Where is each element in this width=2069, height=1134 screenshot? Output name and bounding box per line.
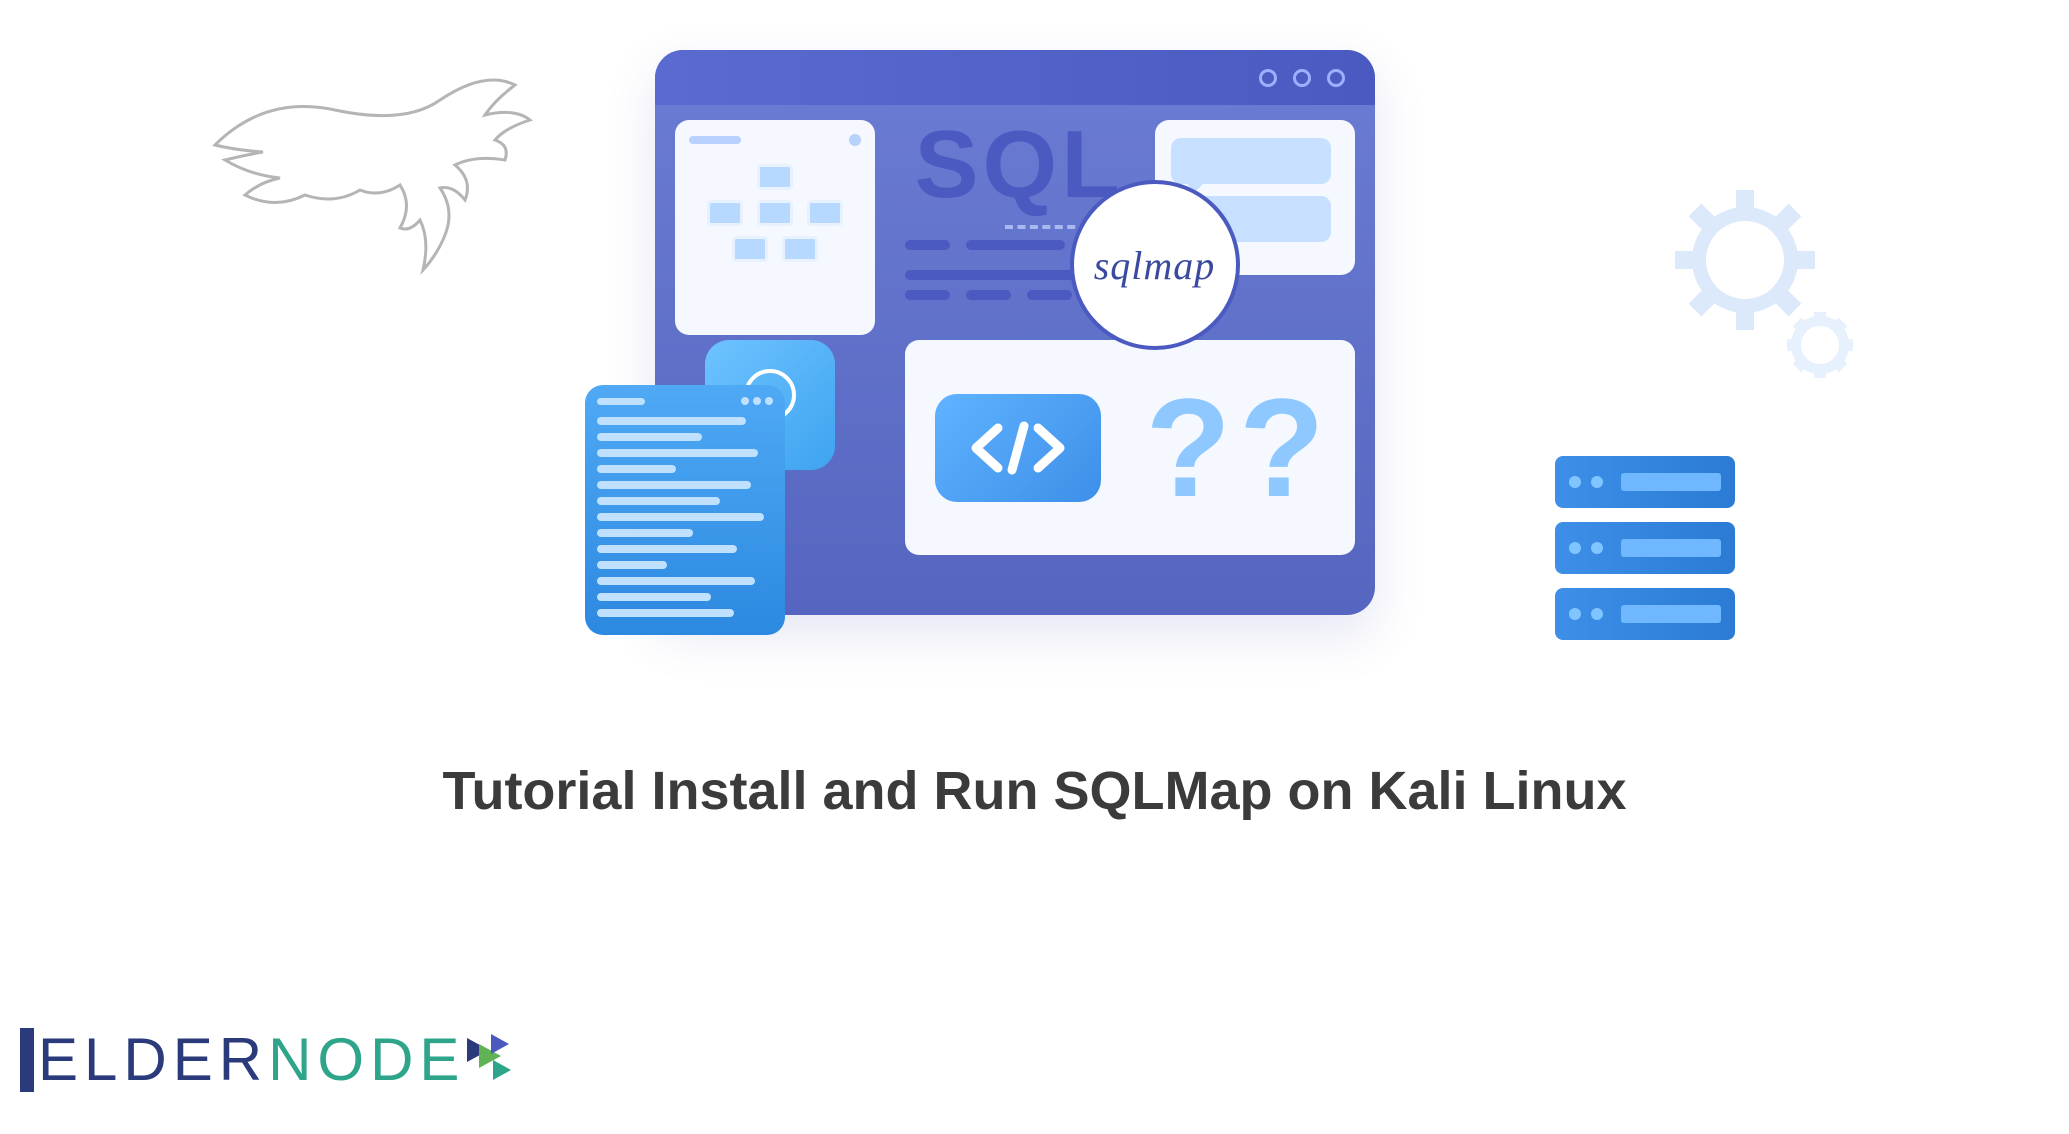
- sqlmap-badge: sqlmap: [1070, 180, 1240, 350]
- code-tag-icon: [935, 394, 1102, 502]
- question-mark-icon: ?: [1239, 378, 1325, 518]
- server-icon: [1555, 588, 1735, 640]
- question-marks: ? ?: [1145, 378, 1324, 518]
- panel-dot: [849, 134, 861, 146]
- gear-icon: [1787, 312, 1853, 378]
- sqlmap-label: sqlmap: [1094, 242, 1216, 289]
- logo-part-1: ELDER: [38, 1026, 268, 1093]
- question-mark-icon: ?: [1145, 378, 1231, 518]
- logo-bar: [20, 1028, 34, 1092]
- window-control-dot: [1327, 69, 1345, 87]
- gears-group: [1665, 180, 1865, 400]
- code-question-panel: ? ?: [905, 340, 1355, 555]
- logo-triangles-icon: [465, 1030, 525, 1090]
- tree-diagram-icon: [689, 164, 861, 262]
- window-control-dot: [1259, 69, 1277, 87]
- logo-text: ELDERNODE: [38, 1025, 465, 1094]
- server-icon: [1555, 456, 1735, 508]
- text-lines-panel: [905, 240, 1085, 310]
- code-editor-panel: [585, 385, 785, 635]
- kali-dragon-icon: [205, 60, 535, 290]
- window-control-dot: [1293, 69, 1311, 87]
- eldernode-logo: ELDERNODE: [20, 1025, 525, 1094]
- gear-icon: [1675, 190, 1815, 330]
- sitemap-panel: [675, 120, 875, 335]
- speech-bubble-icon: [1171, 138, 1331, 184]
- logo-part-2: NODE: [268, 1026, 465, 1093]
- main-illustration: SQL: [485, 50, 1585, 610]
- server-icon: [1555, 522, 1735, 574]
- window-titlebar: [655, 50, 1375, 105]
- sql-label: SQL: [915, 110, 1124, 220]
- page-title: Tutorial Install and Run SQLMap on Kali …: [0, 760, 2069, 822]
- server-stack: [1555, 456, 1735, 640]
- panel-bar: [689, 136, 741, 144]
